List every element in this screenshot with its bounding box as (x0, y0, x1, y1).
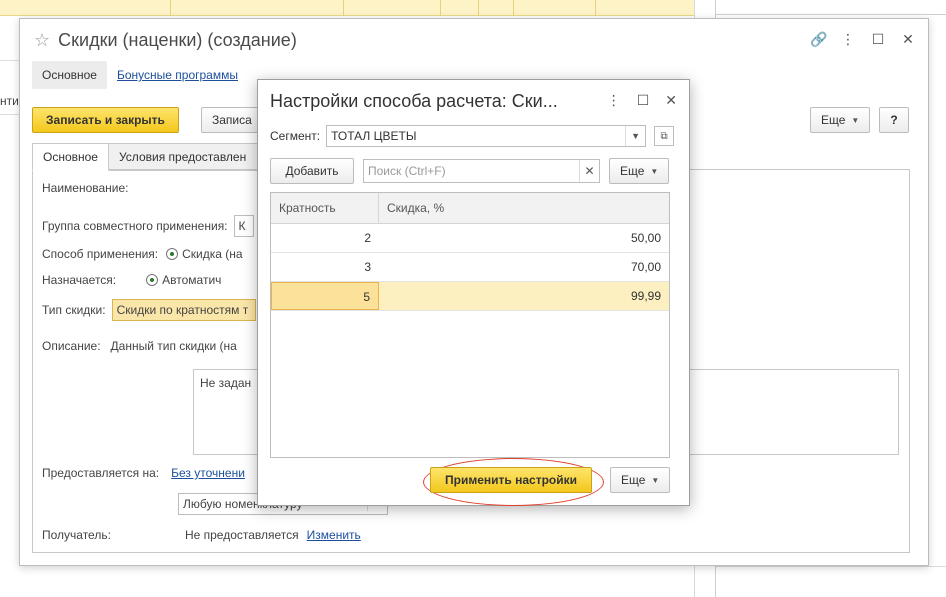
save-and-close-button[interactable]: Записать и закрыть (32, 107, 179, 133)
type-row: Тип скидки: Скидки по кратностям т (42, 299, 256, 321)
background-header-strip (0, 0, 695, 16)
desc-label: Описание: (42, 339, 101, 353)
assigned-radio[interactable]: Автоматич (146, 273, 221, 287)
chevron-down-icon: ▼ (650, 166, 659, 176)
column-header-multiplicity[interactable]: Кратность (271, 193, 379, 223)
favorite-star-icon[interactable]: ☆ (34, 30, 50, 51)
clear-icon[interactable]: ✕ (579, 160, 599, 182)
content-tab-main[interactable]: Основное (32, 143, 109, 171)
help-button[interactable]: ? (879, 107, 909, 133)
content-tab-conditions[interactable]: Условия предоставлен (108, 143, 259, 171)
bg-separator (343, 0, 344, 16)
link-icon[interactable]: 🔗 (810, 31, 827, 48)
dialog-controls: ⋮ ☐ ✕ (607, 92, 677, 109)
segment-label: Сегмент: (270, 129, 321, 143)
method-radio-label: Скидка (на (182, 247, 243, 261)
search-input[interactable]: Поиск (Ctrl+F) ✕ (363, 159, 600, 183)
desc-row: Описание: Данный тип скидки (на (42, 339, 237, 353)
more-button-label: Еще (821, 113, 846, 127)
close-icon[interactable]: ✕ (900, 31, 916, 48)
group-field[interactable]: К (233, 215, 254, 237)
segment-field[interactable]: ТОТАЛ ЦВЕТЫ ▼ (326, 125, 647, 147)
method-label: Способ применения: (42, 247, 159, 261)
chevron-down-icon[interactable]: ▼ (625, 126, 645, 146)
multiplicity-table: Кратность Скидка, % 2 50,00 3 70,00 5 99… (270, 192, 670, 458)
cell-multiplicity[interactable]: 2 (271, 224, 379, 252)
more-vertical-icon[interactable]: ⋮ (607, 92, 621, 109)
write-button[interactable]: Записа (201, 107, 263, 133)
table-row-selected[interactable]: 5 99,99 (271, 282, 669, 311)
recipient-change-link[interactable]: Изменить (307, 528, 361, 542)
group-label: Группа совместного применения: (42, 219, 228, 233)
table-row[interactable]: 3 70,00 (271, 253, 669, 282)
assigned-radio-label: Автоматич (162, 273, 222, 287)
group-row: Группа совместного применения: К (42, 215, 254, 237)
calc-settings-dialog: Настройки способа расчета: Ски... ⋮ ☐ ✕ … (257, 79, 690, 506)
bg-separator (513, 0, 514, 16)
segment-row: Сегмент: ТОТАЛ ЦВЕТЫ ▼ ⧉ (270, 125, 675, 147)
table-row[interactable]: 2 50,00 (271, 224, 669, 253)
radio-selected-icon (146, 274, 159, 286)
cell-discount[interactable]: 70,00 (379, 253, 669, 281)
name-label: Наименование: (42, 181, 129, 195)
radio-selected-icon (166, 248, 179, 260)
bg-separator (595, 0, 596, 16)
cell-multiplicity[interactable]: 5 (271, 282, 379, 310)
bg-separator (478, 0, 479, 16)
bg-divider (716, 566, 946, 567)
chevron-down-icon: ▼ (851, 115, 860, 125)
bg-left-text: нти (0, 94, 19, 108)
recipient-row: Получатель: Не предоставляется Изменить (42, 528, 361, 542)
form-nav-tabs: Основное Бонусные программы (32, 61, 248, 89)
name-row: Наименование: (42, 181, 129, 195)
more-button[interactable]: Еще ▼ (609, 158, 670, 184)
more-vertical-icon[interactable]: ⋮ (840, 31, 856, 48)
type-label: Тип скидки: (42, 303, 106, 317)
apply-settings-button[interactable]: Применить настройки (430, 467, 592, 493)
form-title-bar: ☆ Скидки (наценки) (создание) (34, 30, 297, 51)
open-icon[interactable]: ⧉ (654, 126, 675, 146)
window-controls: 🔗 ⋮ ☐ ✕ (810, 31, 916, 48)
notset-text: Не задан (200, 376, 252, 390)
maximize-icon[interactable]: ☐ (637, 92, 650, 109)
assigned-label: Назначается: (42, 273, 117, 287)
more-button[interactable]: Еще ▼ (810, 107, 871, 133)
recipient-label: Получатель: (42, 528, 111, 542)
maximize-icon[interactable]: ☐ (870, 31, 886, 48)
bg-separator (170, 0, 171, 16)
bg-separator (440, 0, 441, 16)
bg-divider (716, 14, 946, 15)
more-button[interactable]: Еще ▼ (610, 467, 671, 493)
segment-value: ТОТАЛ ЦВЕТЫ (331, 129, 417, 143)
provided-on-label: Предоставляется на: (42, 466, 160, 480)
cell-multiplicity[interactable]: 3 (271, 253, 379, 281)
discount-type-field[interactable]: Скидки по кратностям т (111, 299, 256, 321)
table-header: Кратность Скидка, % (271, 193, 669, 224)
recipient-value: Не предоставляется (184, 528, 299, 542)
more-button-label: Еще (621, 473, 646, 487)
cell-discount[interactable]: 50,00 (379, 224, 669, 252)
grid-toolbar: Добавить Поиск (Ctrl+F) ✕ Еще ▼ (270, 158, 670, 184)
tab-bonus-programs[interactable]: Бонусные программы (107, 61, 248, 89)
chevron-down-icon: ▼ (651, 475, 660, 485)
method-row: Способ применения: Скидка (на (42, 247, 243, 261)
content-tabs: Основное Условия предоставлен (32, 143, 259, 171)
assigned-row: Назначается: Автоматич (42, 273, 221, 287)
dialog-title: Настройки способа расчета: Ски... (270, 91, 558, 111)
desc-text: Данный тип скидки (на (110, 339, 237, 353)
form-title: Скидки (наценки) (создание) (58, 30, 297, 50)
search-placeholder: Поиск (Ctrl+F) (368, 164, 446, 178)
add-button[interactable]: Добавить (270, 158, 354, 184)
method-radio[interactable]: Скидка (на (166, 247, 243, 261)
column-header-discount[interactable]: Скидка, % (379, 193, 669, 223)
more-button-label: Еще (620, 164, 645, 178)
provided-on-row: Предоставляется на: Без уточнени (42, 466, 245, 480)
close-icon[interactable]: ✕ (665, 92, 677, 109)
tab-main[interactable]: Основное (32, 61, 107, 89)
provided-on-link[interactable]: Без уточнени (171, 466, 245, 480)
cell-discount[interactable]: 99,99 (379, 282, 669, 310)
